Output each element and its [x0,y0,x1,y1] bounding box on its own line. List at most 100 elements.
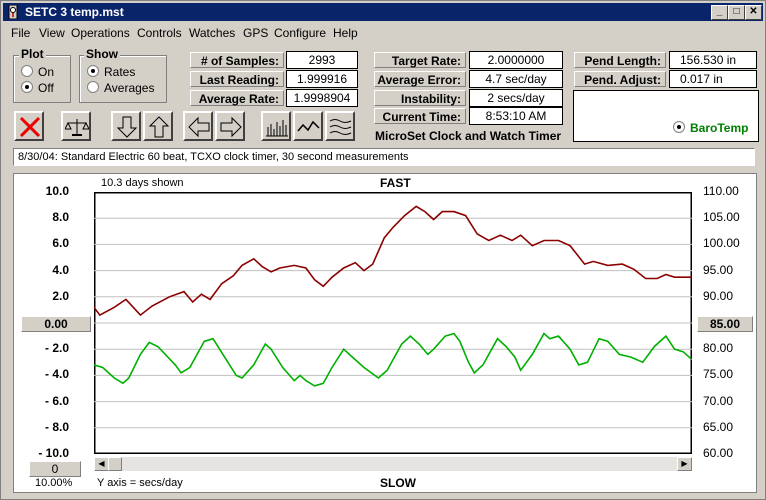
scroll-right-icon[interactable]: ▶ [677,457,692,471]
samples-value: 2993 [286,51,358,69]
fast-label: FAST [380,176,411,190]
left-tick-label: 8.0 [52,210,69,225]
app-subtitle: MicroSet Clock and Watch Timer [375,129,562,143]
multi-wave-icon [329,119,352,135]
right-tick-label: 90.00 [703,288,734,303]
left-tick-label: 2.0 [52,288,69,303]
target-rate-value[interactable]: 2.0000000 [469,51,563,69]
show-averages-radio[interactable]: Averages [87,81,154,95]
left-tick-label: - 2.0 [44,341,69,356]
plot-on-radio[interactable]: On [21,65,54,79]
plot-on-label: On [38,65,55,79]
instability-label: Instability: [374,90,466,106]
left-tick-label: - 4.0 [44,367,69,382]
scroll-left-icon[interactable]: ◀ [94,457,109,471]
minimize-button[interactable]: _ [711,5,728,20]
title-bar[interactable]: SETC 3 temp.mst _ □ ✕ [3,3,763,21]
arrow-right-button[interactable] [215,111,245,141]
clock-app-icon [8,5,18,19]
left-center-value[interactable]: 0.00 [21,316,91,332]
current-time-value: 8:53:10 AM [469,107,563,125]
arrow-left-icon [188,116,210,138]
target-rate-label: Target Rate: [374,52,466,68]
instability-value: 2 secs/day [469,89,563,107]
zoom-level: 10.00% [35,477,73,489]
last-reading-label: Last Reading: [190,71,284,87]
balance-button[interactable] [61,111,91,141]
average-error-label: Average Error: [374,71,466,87]
last-reading-value: 1.999916 [286,70,358,88]
y-axis-note: Y axis = secs/day [97,477,183,489]
samples-label: # of Samples: [190,52,284,68]
multi-trace-button[interactable] [325,111,355,141]
arrow-down-icon [116,116,138,138]
menu-help[interactable]: Help [333,26,358,40]
wave-line-icon [297,120,320,132]
show-averages-label: Averages [104,81,155,95]
maximize-button[interactable]: □ [728,5,745,20]
days-shown-label: 10.3 days shown [101,177,184,189]
average-rate-label: Average Rate: [190,90,284,106]
show-group [79,55,167,103]
left-tick-label: - 8.0 [44,419,69,434]
plot-off-radio[interactable]: Off [21,81,54,95]
bar-chart-button[interactable] [261,111,291,141]
right-tick-label: 95.00 [703,262,734,277]
description-field[interactable]: 8/30/04: Standard Electric 60 beat, TCXO… [13,148,755,166]
menu-gps[interactable]: GPS [243,26,268,40]
show-rates-label: Rates [104,65,136,79]
line-chart-button[interactable] [293,111,323,141]
right-tick-label: 70.00 [703,393,734,408]
scroll-thumb[interactable] [108,457,122,471]
left-tick-label: - 6.0 [44,393,69,408]
right-tick-label: 65.00 [703,419,734,434]
red-x-icon [19,116,41,138]
pend-length-value[interactable]: 156.530 in [669,51,757,69]
right-tick-label: 80.00 [703,341,734,356]
pend-adjust-label: Pend. Adjust: [574,71,666,87]
current-time-label: Current Time: [374,108,466,124]
menu-file[interactable]: File [11,26,30,40]
horizontal-scrollbar[interactable]: ◀ ▶ [94,456,692,471]
right-tick-label: 110.00 [703,184,739,198]
menu-controls[interactable]: Controls [137,26,182,40]
rate-chart-plot [94,192,692,454]
average-error-value: 4.7 sec/day [469,70,563,88]
plot-off-label: Off [38,81,54,95]
menu-bar: File View Operations Controls Watches GP… [3,23,763,43]
radio-dot-selected [87,65,99,77]
radio-dot-selected [21,81,33,93]
right-tick-label: 105.00 [703,210,740,225]
plot-group-title: Plot [19,47,46,61]
arrow-left-button[interactable] [183,111,213,141]
menu-configure[interactable]: Configure [274,26,326,40]
radio-dot [21,65,33,77]
plot-group [13,55,71,103]
bottom-left-value[interactable]: 0 [29,461,81,477]
pend-length-label: Pend Length: [574,52,666,68]
barotemp-radio[interactable]: BaroTemp [673,121,748,135]
balance-scale-icon [65,119,89,136]
right-center-value[interactable]: 85.00 [697,316,753,332]
close-button[interactable]: ✕ [745,5,762,20]
radio-dot [87,81,99,93]
radio-dot-selected [673,121,685,133]
barotemp-label: BaroTemp [690,121,749,135]
show-group-title: Show [84,47,120,61]
stop-button[interactable] [14,111,44,141]
window-title: SETC 3 temp.mst [25,5,124,19]
menu-operations[interactable]: Operations [71,26,130,40]
arrow-down-button[interactable] [111,111,141,141]
left-tick-label: 10.0 [45,184,69,198]
left-tick-label: - 10.0 [38,446,69,460]
right-tick-label: 100.00 [703,236,740,251]
menu-view[interactable]: View [39,26,65,40]
menu-watches[interactable]: Watches [189,26,235,40]
pend-adjust-value: 0.017 in [669,70,757,88]
arrow-up-button[interactable] [143,111,173,141]
left-tick-label: 6.0 [52,236,69,251]
slow-label: SLOW [380,476,416,490]
bar-chart-icon [266,120,288,137]
show-rates-radio[interactable]: Rates [87,65,135,79]
average-rate-value: 1.9998904 [286,89,358,107]
